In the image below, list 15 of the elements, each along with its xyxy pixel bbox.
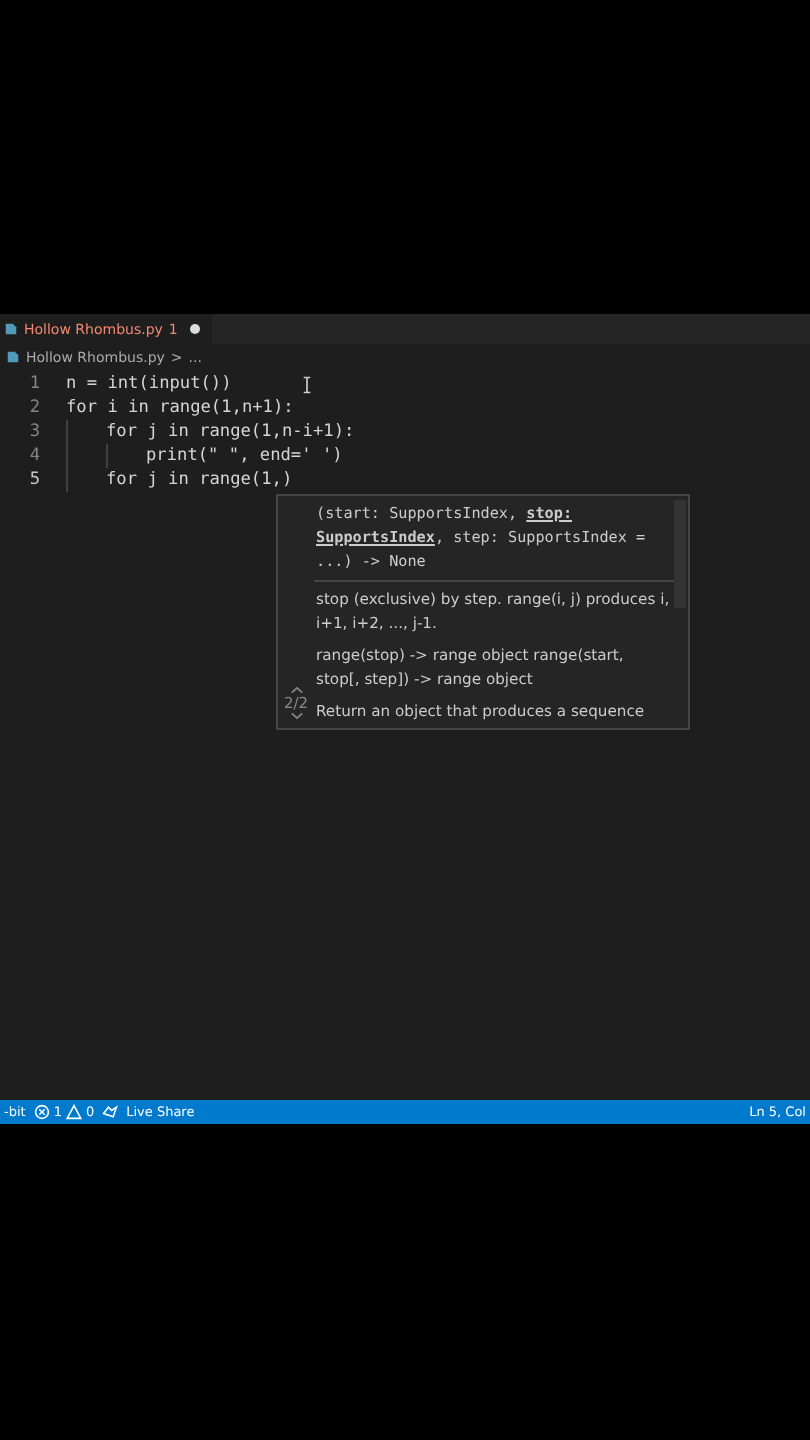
line-number: 1 [27, 374, 40, 394]
up-caret-icon[interactable] [289, 686, 303, 694]
down-caret-icon[interactable] [289, 712, 303, 720]
code-line: for j in range(1,n-i+1): [106, 422, 355, 442]
code-line: n = int(input()) [66, 374, 232, 394]
warning-icon [65, 1104, 82, 1120]
error-icon [33, 1104, 50, 1120]
code-line: for j in range(1,) [106, 470, 293, 490]
code-line: print(" ", end=' ') [146, 446, 343, 466]
line-number: 2 [27, 398, 40, 418]
line-number: 4 [27, 446, 40, 466]
text-cursor-icon [301, 375, 312, 393]
line-number: 3 [27, 422, 40, 442]
code-line: for i in range(1,n+1): [66, 398, 294, 418]
line-number: 5 [27, 470, 40, 490]
